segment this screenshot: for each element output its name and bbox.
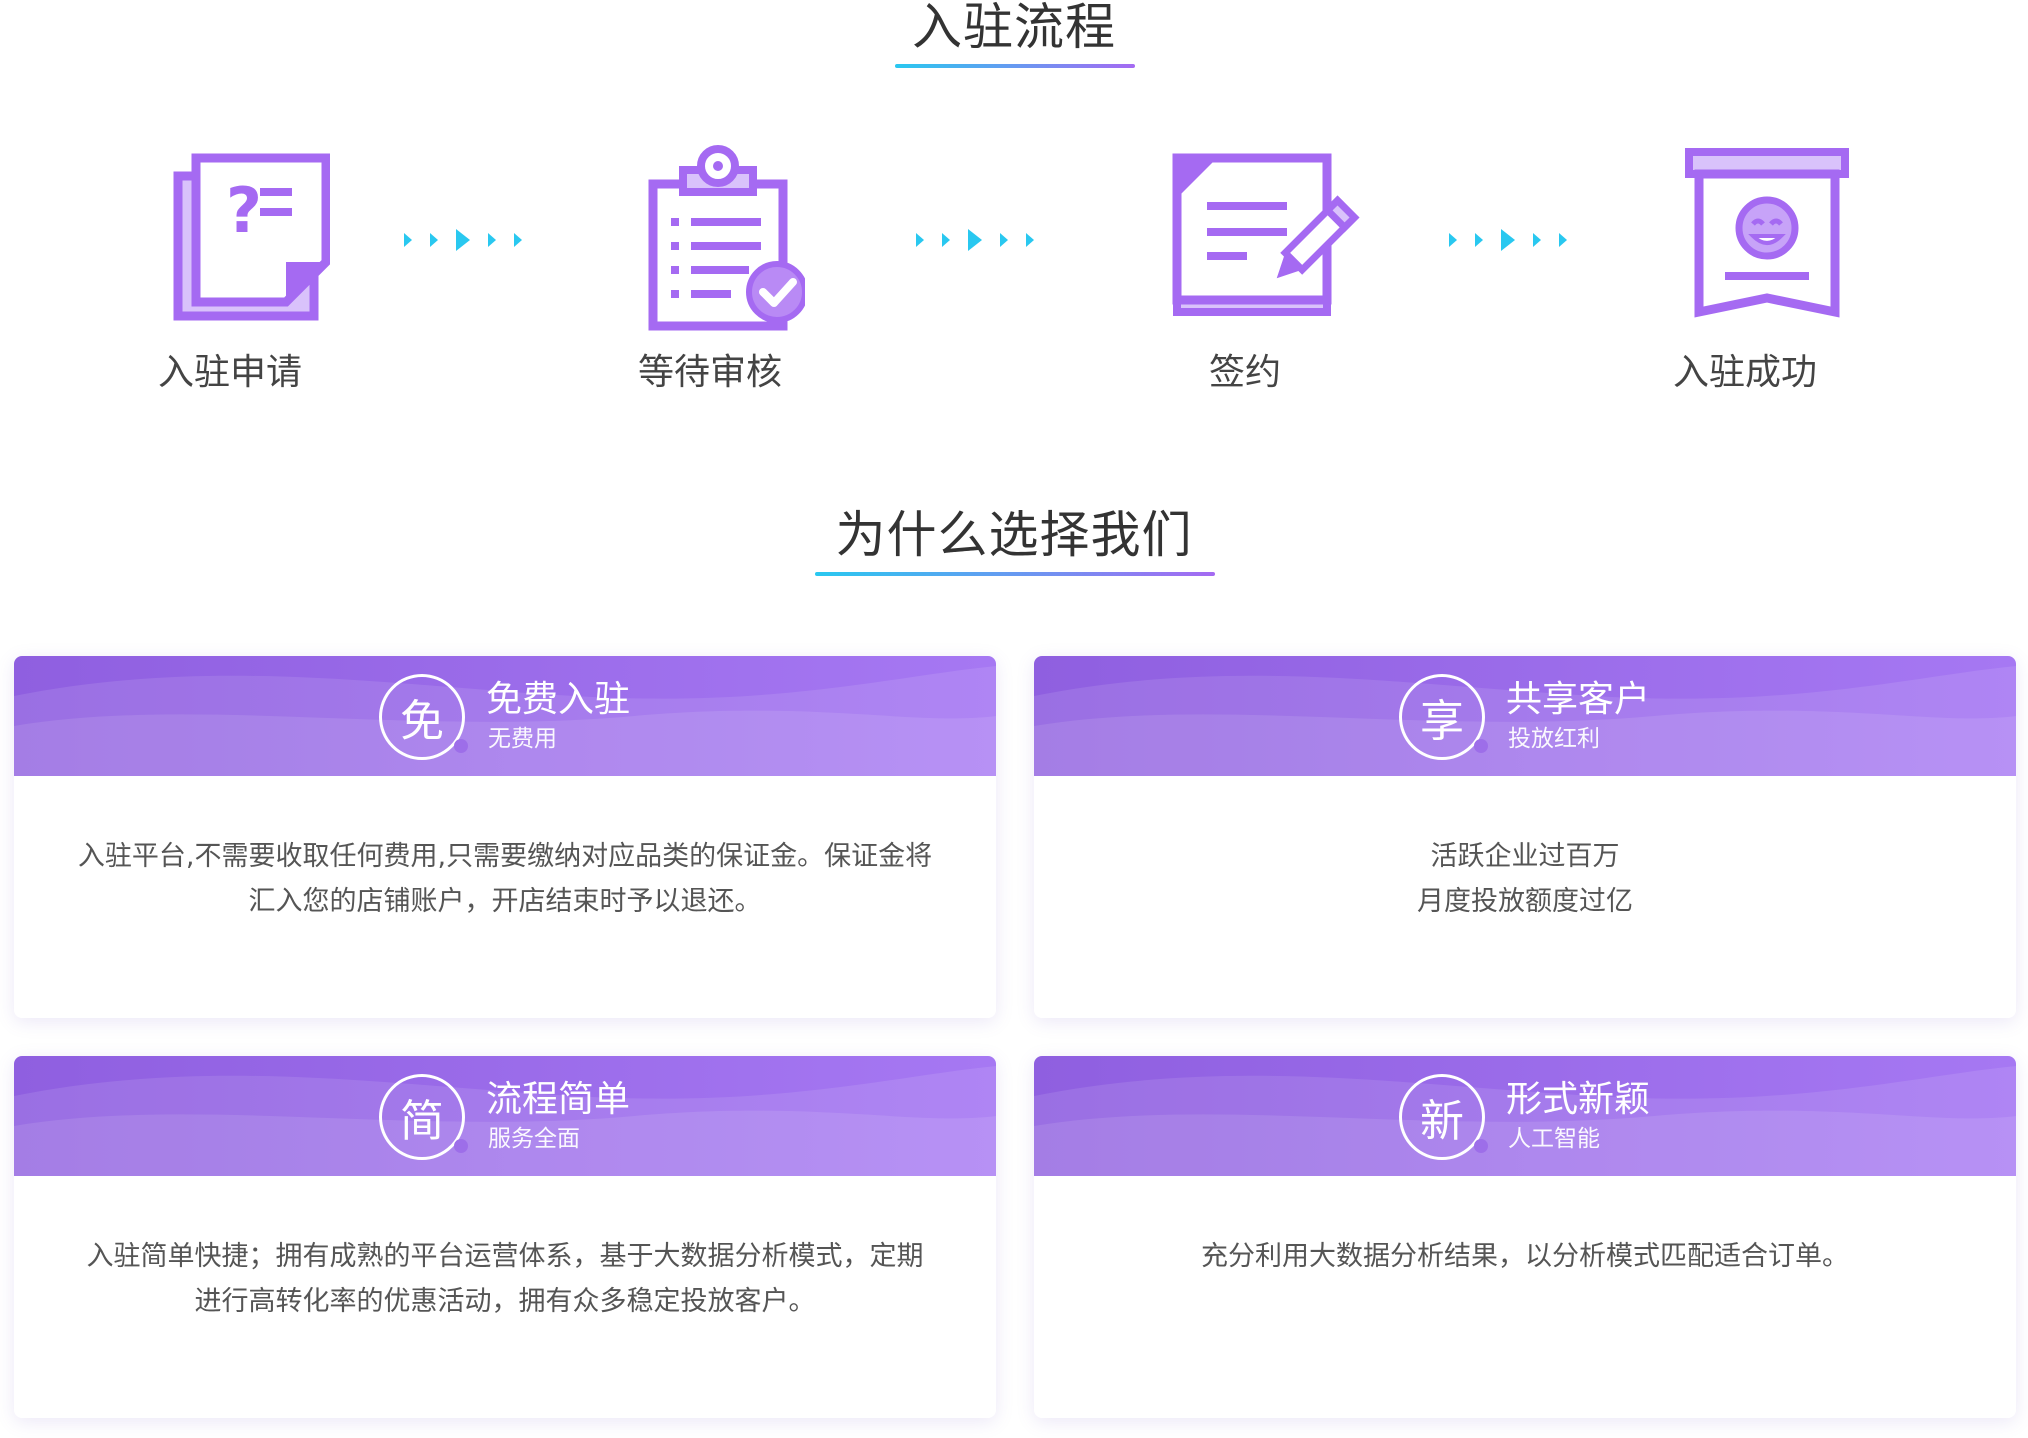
- card-header: 享 共享客户 投放红利: [1034, 656, 2016, 776]
- step-sign: [1135, 140, 1375, 340]
- clipboard-review-icon: [648, 145, 805, 331]
- flow-arrows-1: [404, 229, 522, 251]
- step-review: [585, 140, 825, 340]
- sign-contract-icon: [1172, 153, 1360, 316]
- success-badge-icon: [1685, 148, 1849, 318]
- card-badge: 享: [1399, 674, 1488, 760]
- step-success: [1635, 140, 1875, 340]
- step-label-success: 入驻成功: [1672, 352, 1817, 393]
- card-badge: 免: [379, 674, 468, 760]
- feature-card-simple-process: 简 流程简单 服务全面 入驻简单快捷；拥有成熟的平台运营体系，基于大数据分析模式…: [14, 1056, 996, 1418]
- process-title: 入驻流程: [912, 0, 1116, 56]
- card-header: 免 免费入驻 无费用: [14, 656, 996, 776]
- card-body-line: 月度投放额度过亿: [1417, 886, 1633, 917]
- process-title-underline: [895, 64, 1135, 68]
- badge-char: 免: [400, 696, 444, 747]
- card-body: 充分利用大数据分析结果，以分析模式匹配适合订单。: [1201, 1241, 1849, 1272]
- card-body-line: 活跃企业过百万: [1430, 841, 1620, 872]
- card-badge: 新: [1399, 1074, 1488, 1160]
- step-label-review: 等待审核: [637, 352, 782, 393]
- step-label-application: 入驻申请: [157, 352, 302, 393]
- card-title: 形式新颖: [1506, 1079, 1651, 1120]
- badge-char: 简: [400, 1096, 444, 1147]
- card-header: 简 流程简单 服务全面: [14, 1056, 996, 1176]
- card-body: 入驻平台,不需要收取任何费用,只需要缴纳对应品类的保证金。保证金将汇入您的店铺账…: [77, 841, 933, 917]
- why-title: 为什么选择我们: [835, 506, 1193, 564]
- flow-arrows-3: [1449, 229, 1567, 251]
- card-title: 共享客户: [1506, 679, 1651, 720]
- feature-card-novel-format: 新 形式新颖 人工智能 充分利用大数据分析结果，以分析模式匹配适合订单。: [1034, 1056, 2016, 1418]
- card-header: 新 形式新颖 人工智能: [1034, 1056, 2016, 1176]
- card-subtitle: 服务全面: [488, 1126, 580, 1152]
- flow-arrows-2: [916, 229, 1034, 251]
- step-label-sign: 签约: [1208, 352, 1281, 393]
- why-title-underline: [815, 572, 1215, 576]
- card-body: 活跃企业过百万 月度投放额度过亿: [1094, 834, 1956, 924]
- step-application: ?: [110, 140, 350, 340]
- card-subtitle: 无费用: [488, 726, 557, 752]
- feature-card-shared-customers: 享 共享客户 投放红利 活跃企业过百万 月度投放额度过亿: [1034, 656, 2016, 1018]
- card-subtitle: 人工智能: [1508, 1126, 1600, 1152]
- card-body: 入驻简单快捷；拥有成熟的平台运营体系，基于大数据分析模式，定期进行高转化率的优惠…: [86, 1241, 924, 1317]
- application-form-icon: ?: [173, 153, 330, 321]
- card-badge: 简: [379, 1074, 468, 1160]
- card-title: 流程简单: [486, 1079, 631, 1120]
- badge-char: 新: [1420, 1096, 1464, 1147]
- card-subtitle: 投放红利: [1508, 726, 1600, 752]
- svg-text:?: ?: [226, 174, 262, 247]
- card-title: 免费入驻: [486, 679, 631, 720]
- badge-char: 享: [1420, 696, 1464, 747]
- feature-card-free: 免 免费入驻 无费用 入驻平台,不需要收取任何费用,只需要缴纳对应品类的保证金。…: [14, 656, 996, 1018]
